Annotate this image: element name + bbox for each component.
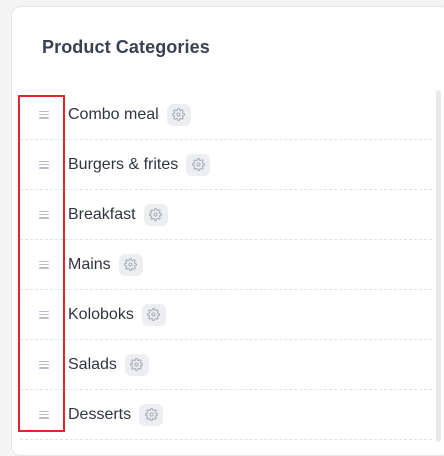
category-row: Mains [20,240,432,290]
category-settings-button[interactable] [124,353,149,376]
category-label: Mains [68,255,111,273]
category-row: Koloboks [20,290,432,340]
category-settings-button[interactable] [143,203,168,226]
drag-handle-icon [39,360,49,369]
category-settings-button[interactable] [118,253,143,276]
category-row: Salads [20,340,432,390]
drag-handle-icon [39,260,49,269]
category-settings-button[interactable] [139,403,164,426]
drag-handle[interactable] [20,340,68,389]
list-scrollbar[interactable] [436,90,441,442]
gear-icon [191,158,205,171]
gear-icon [172,108,186,121]
drag-handle[interactable] [20,390,68,439]
category-settings-button[interactable] [186,153,211,176]
drag-handle-icon [39,160,49,169]
category-label: Breakfast [68,205,136,223]
category-settings-button[interactable] [166,103,191,126]
gear-icon [147,308,161,321]
gear-icon [130,358,144,371]
drag-handle[interactable] [20,90,68,139]
drag-handle[interactable] [20,290,68,339]
drag-handle-icon [39,310,49,319]
drag-handle-icon [39,110,49,119]
category-label: Burgers & frites [68,155,179,173]
gear-icon [144,408,158,421]
category-label: Combo meal [68,105,159,123]
category-row: Breakfast [20,190,432,240]
category-row: Combo meal [20,90,432,140]
category-settings-button[interactable] [141,303,166,326]
drag-handle-icon [39,210,49,219]
category-list: Combo meal Burgers & frites Breakfast Ma… [20,90,432,440]
category-row: Desserts [20,390,432,440]
gear-icon [124,258,138,271]
category-label: Salads [68,355,117,373]
category-label: Koloboks [68,305,134,323]
category-label: Desserts [68,405,132,423]
gear-icon [149,208,163,221]
panel-title: Product Categories [42,37,210,57]
drag-handle[interactable] [20,190,68,239]
drag-handle-icon [39,410,49,419]
drag-handle[interactable] [20,240,68,289]
drag-handle[interactable] [20,140,68,189]
category-row: Burgers & frites [20,140,432,190]
